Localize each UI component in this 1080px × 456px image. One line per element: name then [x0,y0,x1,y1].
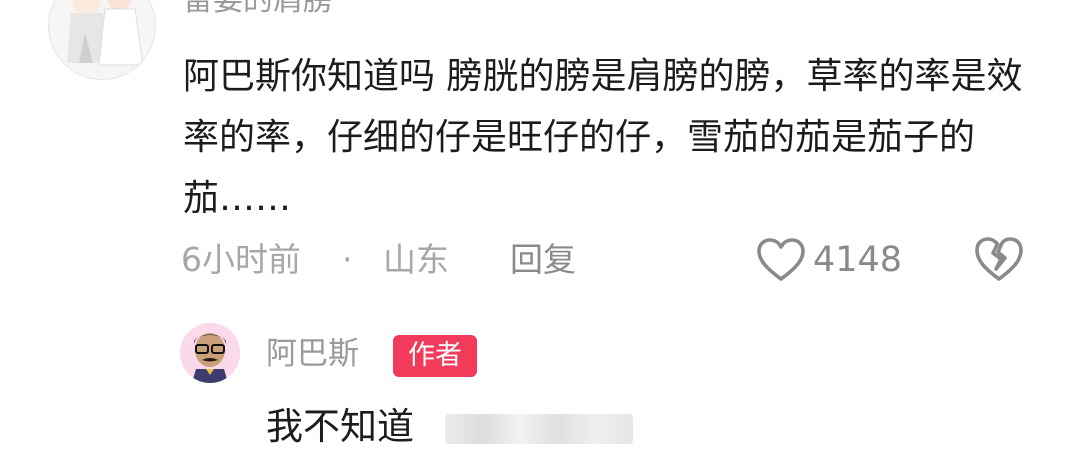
reply-text: 我不知道 [266,405,414,448]
comment-text: 阿巴斯你知道吗 膀胱的膀是肩膀的膀，草率的率是效率的率，仔细的仔是旺仔的仔，雪茄… [183,56,1023,219]
avatar-cartoon [180,323,240,383]
comment-location: 山东 [383,240,449,279]
author-badge: 作者 [393,335,477,377]
commenter-avatar[interactable] [48,0,156,80]
heart-outline-icon[interactable] [756,238,806,282]
meta-separator: · [342,240,353,279]
author-username[interactable]: 阿巴斯 [266,334,359,374]
blurred-sticker [445,414,633,444]
avatar-illustration [49,0,155,79]
comment-time: 6小时前 [181,240,301,279]
reply-button[interactable]: 回复 [510,238,576,282]
commenter-username[interactable]: 雷姿的肩膀 [183,0,333,20]
like-count: 4148 [813,240,903,280]
author-avatar[interactable] [180,323,240,383]
broken-heart-icon[interactable] [973,236,1025,282]
